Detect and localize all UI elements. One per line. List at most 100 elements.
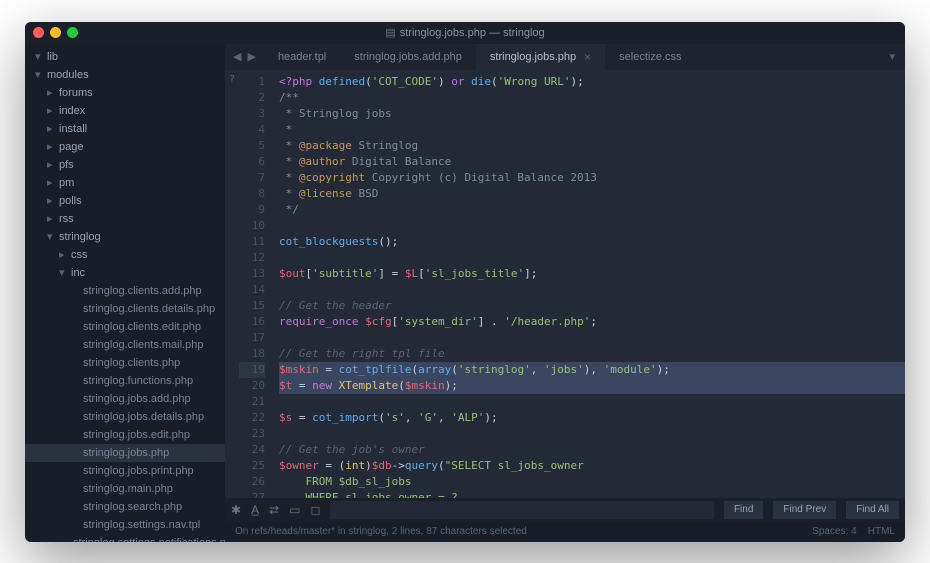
file-item[interactable]: stringlog.jobs.details.php: [25, 408, 225, 426]
line-number[interactable]: 20: [239, 378, 265, 394]
folder-item[interactable]: ▾inc: [25, 264, 225, 282]
editor[interactable]: ? 12345678910111213141516171819202122232…: [225, 70, 905, 498]
folder-item[interactable]: ▸index: [25, 102, 225, 120]
file-item[interactable]: stringlog.functions.php: [25, 372, 225, 390]
find-button[interactable]: Find: [724, 501, 763, 519]
file-item[interactable]: stringlog.main.php: [25, 480, 225, 498]
line-number[interactable]: 27: [239, 490, 265, 498]
tab[interactable]: stringlog.jobs.php×: [476, 44, 605, 70]
code-line[interactable]: * @license BSD: [279, 186, 905, 202]
line-number[interactable]: 10: [239, 218, 265, 234]
code-line[interactable]: // Get the job's owner: [279, 442, 905, 458]
code-line[interactable]: WHERE sl_jobs_owner = ?: [279, 490, 905, 498]
folder-item[interactable]: ▾lib: [25, 48, 225, 66]
folder-item[interactable]: ▸css: [25, 246, 225, 264]
code-line[interactable]: <?php defined('COT_CODE') or die('Wrong …: [279, 74, 905, 90]
code-line[interactable]: require_once $cfg['system_dir'] . '/head…: [279, 314, 905, 330]
folder-item[interactable]: ▾modules: [25, 66, 225, 84]
folder-item[interactable]: ▸pm: [25, 174, 225, 192]
code-area[interactable]: <?php defined('COT_CODE') or die('Wrong …: [273, 70, 905, 498]
find-all-button[interactable]: Find All: [846, 501, 899, 519]
code-line[interactable]: * @package Stringlog: [279, 138, 905, 154]
file-item[interactable]: stringlog.settings.nav.tpl: [25, 516, 225, 534]
line-number[interactable]: 19: [239, 362, 265, 378]
code-line[interactable]: $t = new XTemplate($mskin);: [279, 378, 905, 394]
file-item[interactable]: stringlog.clients.edit.php: [25, 318, 225, 336]
code-line[interactable]: $mskin = cot_tplfile(array('stringlog', …: [279, 362, 905, 378]
tab-prev-icon[interactable]: ◀: [233, 50, 241, 63]
fold-gutter[interactable]: ?: [225, 70, 239, 498]
line-number[interactable]: 15: [239, 298, 265, 314]
code-line[interactable]: /**: [279, 90, 905, 106]
line-number[interactable]: 21: [239, 394, 265, 410]
code-line[interactable]: [279, 394, 905, 410]
case-icon[interactable]: A̲: [251, 503, 259, 517]
code-line[interactable]: */: [279, 202, 905, 218]
line-number[interactable]: 26: [239, 474, 265, 490]
titlebar[interactable]: ▤stringlog.jobs.php — stringlog: [25, 22, 905, 44]
find-prev-button[interactable]: Find Prev: [773, 501, 836, 519]
find-input[interactable]: [330, 501, 714, 519]
code-line[interactable]: *: [279, 122, 905, 138]
line-number-gutter[interactable]: 1234567891011121314151617181920212223242…: [239, 70, 273, 498]
file-item[interactable]: stringlog.clients.php: [25, 354, 225, 372]
file-tree[interactable]: ▾lib▾modules▸forums▸index▸install▸page▸p…: [25, 44, 225, 542]
line-number[interactable]: 9: [239, 202, 265, 218]
code-line[interactable]: * Stringlog jobs: [279, 106, 905, 122]
code-line[interactable]: * @copyright Copyright (c) Digital Balan…: [279, 170, 905, 186]
code-line[interactable]: $out['subtitle'] = $L['sl_jobs_title'];: [279, 266, 905, 282]
tab[interactable]: header.tpl: [264, 44, 340, 70]
line-number[interactable]: 2: [239, 90, 265, 106]
file-item[interactable]: stringlog.jobs.add.php: [25, 390, 225, 408]
folder-item[interactable]: ▸install: [25, 120, 225, 138]
tab-next-icon[interactable]: ▶: [247, 50, 255, 63]
regex-icon[interactable]: ✱: [231, 503, 241, 517]
file-item[interactable]: stringlog.search.php: [25, 498, 225, 516]
code-line[interactable]: // Get the right tpl file: [279, 346, 905, 362]
code-line[interactable]: [279, 426, 905, 442]
file-item[interactable]: stringlog.clients.details.php: [25, 300, 225, 318]
line-number[interactable]: 17: [239, 330, 265, 346]
line-number[interactable]: 3: [239, 106, 265, 122]
line-number[interactable]: 1: [239, 74, 265, 90]
whole-word-icon[interactable]: ⇄: [269, 503, 279, 517]
code-line[interactable]: $s = cot_import('s', 'G', 'ALP');: [279, 410, 905, 426]
file-item[interactable]: stringlog.jobs.php: [25, 444, 225, 462]
file-item[interactable]: stringlog.clients.mail.php: [25, 336, 225, 354]
file-item[interactable]: stringlog.jobs.print.php: [25, 462, 225, 480]
line-number[interactable]: 5: [239, 138, 265, 154]
code-line[interactable]: $owner = (int)$db->query("SELECT sl_jobs…: [279, 458, 905, 474]
wrap-icon[interactable]: ◻: [310, 503, 320, 517]
line-number[interactable]: 11: [239, 234, 265, 250]
tab-overflow-icon[interactable]: ▾: [879, 44, 905, 70]
close-icon[interactable]: ×: [584, 50, 591, 64]
status-spaces[interactable]: Spaces: 4: [812, 526, 856, 537]
file-item[interactable]: stringlog.jobs.edit.php: [25, 426, 225, 444]
line-number[interactable]: 13: [239, 266, 265, 282]
code-line[interactable]: [279, 218, 905, 234]
code-line[interactable]: [279, 330, 905, 346]
line-number[interactable]: 25: [239, 458, 265, 474]
in-selection-icon[interactable]: ▭: [289, 503, 300, 517]
folder-item[interactable]: ▸pfs: [25, 156, 225, 174]
code-line[interactable]: * @author Digital Balance: [279, 154, 905, 170]
line-number[interactable]: 23: [239, 426, 265, 442]
code-line[interactable]: // Get the header: [279, 298, 905, 314]
status-lang[interactable]: HTML: [868, 526, 895, 537]
tab[interactable]: selectize.css: [605, 44, 695, 70]
line-number[interactable]: 16: [239, 314, 265, 330]
code-line[interactable]: FROM $db_sl_jobs: [279, 474, 905, 490]
line-number[interactable]: 18: [239, 346, 265, 362]
line-number[interactable]: 24: [239, 442, 265, 458]
folder-item[interactable]: ▸page: [25, 138, 225, 156]
code-line[interactable]: [279, 282, 905, 298]
line-number[interactable]: 6: [239, 154, 265, 170]
line-number[interactable]: 8: [239, 186, 265, 202]
code-line[interactable]: cot_blockguests();: [279, 234, 905, 250]
code-line[interactable]: [279, 250, 905, 266]
folder-item[interactable]: ▾stringlog: [25, 228, 225, 246]
tab[interactable]: stringlog.jobs.add.php: [340, 44, 476, 70]
file-item[interactable]: stringlog.settings.notifications.php: [25, 534, 225, 542]
folder-item[interactable]: ▸forums: [25, 84, 225, 102]
file-item[interactable]: stringlog.clients.add.php: [25, 282, 225, 300]
